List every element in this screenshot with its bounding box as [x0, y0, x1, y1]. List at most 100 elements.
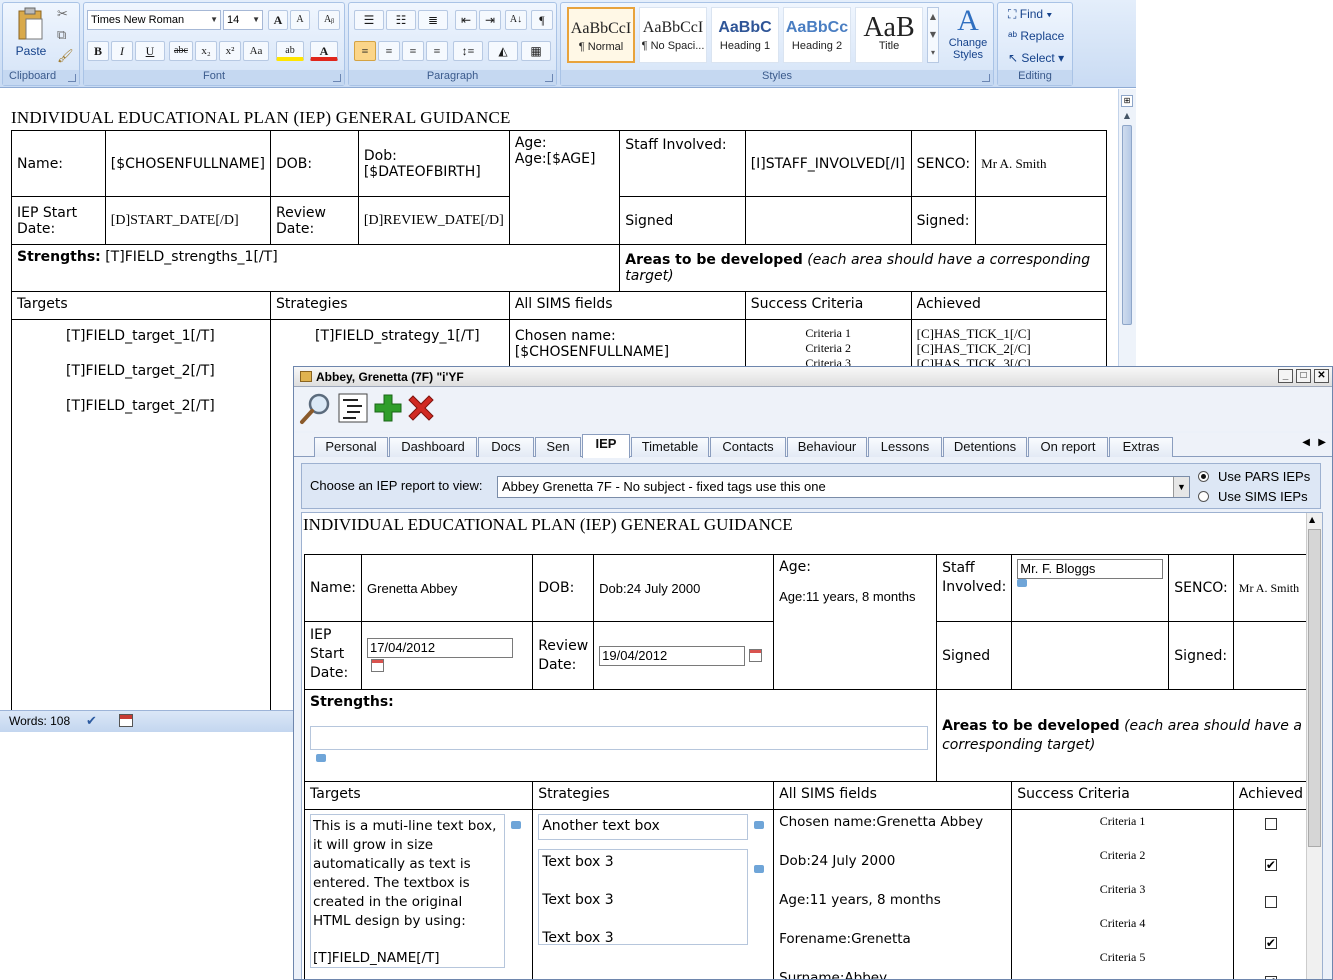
bullets-icon[interactable]: ☰: [354, 10, 384, 30]
radio-pars[interactable]: [1198, 471, 1209, 482]
tab-on-report[interactable]: On report: [1028, 437, 1108, 457]
strategy-input-1[interactable]: Another text box: [538, 814, 749, 840]
strengths-input[interactable]: [310, 726, 928, 750]
clear-format-icon[interactable]: Aᵦ: [318, 10, 340, 30]
search-icon[interactable]: [299, 391, 333, 425]
style-no-spacing[interactable]: AaBbCcI ¶ No Spaci...: [639, 7, 707, 63]
achieved-checkbox-4[interactable]: ✔: [1264, 937, 1277, 949]
highlight-icon[interactable]: ab: [276, 41, 304, 61]
tab-sen[interactable]: Sen: [535, 437, 581, 457]
staff-input[interactable]: Mr. F. Bloggs: [1017, 559, 1164, 579]
font-size-combo[interactable]: 14 ▼: [223, 10, 263, 30]
sort-icon[interactable]: A↓: [505, 10, 527, 30]
chevron-down-icon[interactable]: ▼: [1173, 477, 1189, 497]
close-icon[interactable]: ✕: [1314, 369, 1329, 383]
tab-docs[interactable]: Docs: [478, 437, 534, 457]
shading-icon[interactable]: ◭: [488, 41, 518, 61]
scroll-thumb[interactable]: [1122, 125, 1132, 325]
font-name-combo[interactable]: Times New Roman ▼: [87, 10, 221, 30]
borders-icon[interactable]: ▦: [521, 41, 551, 61]
iep-scrollbar[interactable]: ▲: [1306, 513, 1322, 979]
style-heading-2[interactable]: AaBbCc Heading 2: [783, 7, 851, 63]
strikethrough-icon[interactable]: abc: [169, 41, 193, 61]
comment-icon[interactable]: [316, 754, 326, 762]
add-icon[interactable]: [371, 391, 405, 425]
tab-extras[interactable]: Extras: [1109, 437, 1173, 457]
tab-contacts[interactable]: Contacts: [710, 437, 786, 457]
tab-dashboard[interactable]: Dashboard: [389, 437, 477, 457]
macro-icon[interactable]: [119, 714, 133, 727]
tab-detentions[interactable]: Detentions: [943, 437, 1027, 457]
achieved-checkbox-2[interactable]: ✔: [1264, 859, 1277, 871]
iep-report-select[interactable]: Abbey Grenetta 7F - No subject - fixed t…: [497, 476, 1190, 498]
style-normal[interactable]: AaBbCcI ¶ Normal: [567, 7, 635, 63]
tab-scroll-left-icon[interactable]: ◀: [1302, 437, 1310, 448]
bold-icon[interactable]: B: [87, 41, 109, 61]
change-styles-button[interactable]: A Change Styles: [945, 5, 991, 62]
review-date-input[interactable]: 19/04/2012: [599, 645, 746, 666]
subscript-icon[interactable]: x₂: [195, 41, 217, 61]
scroll-thumb[interactable]: [1308, 529, 1321, 847]
line-spacing-icon[interactable]: ↕≡: [453, 41, 483, 61]
justify-icon[interactable]: ≡: [426, 41, 448, 61]
font-dialog-launcher[interactable]: [333, 74, 341, 82]
tab-timetable[interactable]: Timetable: [631, 437, 709, 457]
tab-scroll-right-icon[interactable]: ▶: [1318, 437, 1326, 448]
tab-lessons[interactable]: Lessons: [868, 437, 942, 457]
achieved-checkbox-1[interactable]: [1264, 818, 1277, 830]
italic-icon[interactable]: I: [111, 41, 133, 61]
tab-behaviour[interactable]: Behaviour: [787, 437, 867, 457]
font-color-icon[interactable]: A: [310, 41, 338, 61]
ruler-toggle-icon[interactable]: ⊞: [1121, 95, 1133, 107]
cut-icon[interactable]: ✂: [57, 7, 68, 22]
clipboard-dialog-launcher[interactable]: [68, 74, 76, 82]
align-center-icon[interactable]: ≡: [378, 41, 400, 61]
comment-icon[interactable]: [754, 865, 765, 873]
increase-indent-icon[interactable]: ⇥: [479, 10, 501, 30]
achieved-checkbox-5[interactable]: ✔: [1264, 976, 1277, 979]
tab-personal[interactable]: Personal: [314, 437, 388, 457]
change-case-icon[interactable]: Aa: [243, 41, 269, 61]
minimize-icon[interactable]: _: [1278, 369, 1293, 383]
align-left-icon[interactable]: ≡: [354, 41, 376, 61]
replace-button[interactable]: ᵃᵇ Replace: [1008, 29, 1064, 43]
copy-icon[interactable]: ⧉: [57, 28, 66, 43]
styles-scroll[interactable]: ▲ ▼ ▾: [927, 7, 939, 63]
tab-iep[interactable]: IEP: [582, 434, 630, 458]
achieved-checkbox-3[interactable]: [1264, 896, 1277, 908]
decrease-indent-icon[interactable]: ⇤: [455, 10, 477, 30]
styles-dialog-launcher[interactable]: [982, 74, 990, 82]
scroll-up-icon[interactable]: ▲: [1309, 515, 1315, 524]
align-right-icon[interactable]: ≡: [402, 41, 424, 61]
calendar-icon[interactable]: [371, 659, 385, 672]
target-textarea[interactable]: This is a muti-line text box, it will gr…: [310, 814, 505, 968]
format-painter-icon[interactable]: 🖌: [57, 49, 74, 64]
superscript-icon[interactable]: x²: [219, 41, 241, 61]
delete-icon[interactable]: [404, 391, 438, 425]
show-formatting-icon[interactable]: ¶: [531, 10, 553, 30]
grow-font-icon[interactable]: A: [268, 10, 288, 30]
multilevel-list-icon[interactable]: ≣: [418, 10, 448, 30]
word-count[interactable]: Words: 108: [9, 714, 70, 728]
comment-icon[interactable]: [511, 821, 521, 829]
underline-icon[interactable]: U: [135, 41, 165, 61]
shrink-font-icon[interactable]: A: [290, 10, 310, 30]
calendar-icon[interactable]: [749, 649, 763, 662]
select-button[interactable]: ↖ Select ▾: [1008, 51, 1064, 65]
strategy-textarea-2[interactable]: Text box 3 Text box 3 Text box 3: [538, 849, 749, 946]
comment-icon[interactable]: [1017, 579, 1028, 587]
scroll-up-icon[interactable]: ▲: [1121, 111, 1133, 121]
radio-sims[interactable]: [1198, 491, 1209, 502]
comment-icon[interactable]: [754, 821, 765, 829]
paragraph-dialog-launcher[interactable]: [545, 74, 553, 82]
outline-icon[interactable]: [336, 391, 370, 425]
style-name: Title: [878, 40, 900, 52]
maximize-icon[interactable]: □: [1296, 369, 1311, 383]
style-heading-1[interactable]: AaBbC Heading 1: [711, 7, 779, 63]
proofing-icon[interactable]: ✔: [86, 713, 97, 729]
find-button[interactable]: ⛶ Find ▾: [1008, 7, 1052, 22]
paste-button[interactable]: Paste: [11, 7, 51, 63]
start-date-input[interactable]: 17/04/2012: [367, 637, 514, 658]
style-title[interactable]: AaB Title: [855, 7, 923, 63]
numbering-icon[interactable]: ☷: [386, 10, 416, 30]
